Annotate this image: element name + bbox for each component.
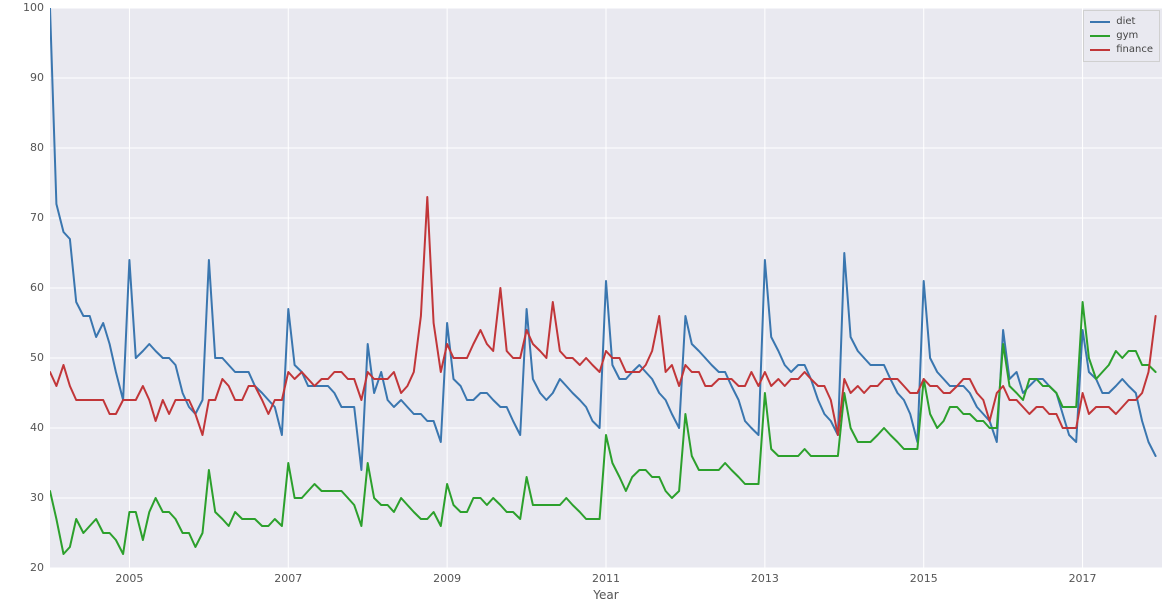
legend-swatch-finance [1090, 49, 1110, 51]
legend-item-gym: gym [1090, 29, 1153, 43]
y-tick-label: 50 [0, 351, 44, 364]
x-tick-label: 2013 [735, 572, 795, 585]
x-tick-label: 2015 [894, 572, 954, 585]
y-tick-label: 60 [0, 281, 44, 294]
legend-label-gym: gym [1116, 29, 1138, 43]
y-tick-label: 100 [0, 1, 44, 14]
x-tick-label: 2007 [258, 572, 318, 585]
y-tick-label: 70 [0, 211, 44, 224]
x-tick-label: 2017 [1053, 572, 1113, 585]
x-tick-label: 2009 [417, 572, 477, 585]
x-tick-label: 2011 [576, 572, 636, 585]
plot-area [50, 8, 1162, 568]
y-tick-label: 80 [0, 141, 44, 154]
y-tick-label: 30 [0, 491, 44, 504]
y-tick-label: 90 [0, 71, 44, 84]
legend-swatch-diet [1090, 21, 1110, 23]
legend-label-diet: diet [1116, 15, 1135, 29]
y-tick-label: 20 [0, 561, 44, 574]
legend-swatch-gym [1090, 35, 1110, 37]
legend: diet gym finance [1083, 10, 1160, 62]
x-tick-label: 2005 [99, 572, 159, 585]
y-tick-label: 40 [0, 421, 44, 434]
legend-label-finance: finance [1116, 43, 1153, 57]
x-axis-label: Year [50, 588, 1162, 602]
legend-item-finance: finance [1090, 43, 1153, 57]
plot-svg [50, 8, 1162, 568]
chart-container: 20 30 40 50 60 70 80 90 100 2005 2007 2009 2011 2013… [0, 0, 1170, 607]
legend-item-diet: diet [1090, 15, 1153, 29]
